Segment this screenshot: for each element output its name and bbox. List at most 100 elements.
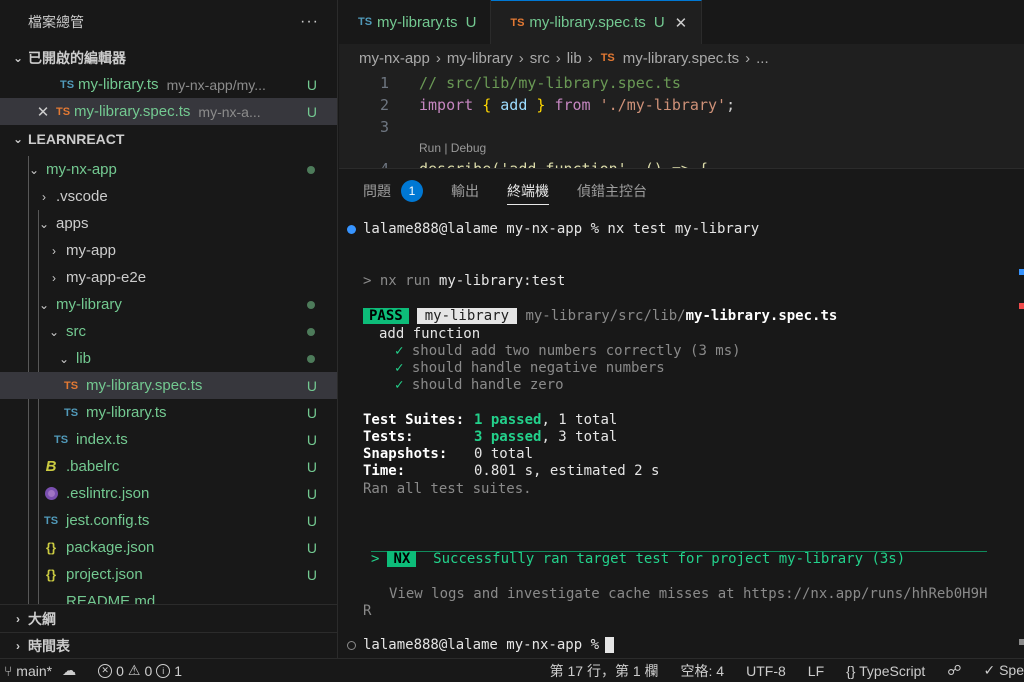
tree-folder-src[interactable]: ⌄ src xyxy=(0,318,337,345)
timeline-section[interactable]: › 時間表 xyxy=(0,632,337,658)
modified-dot xyxy=(307,327,315,336)
workspace-section[interactable]: ⌄ LEARNREACT xyxy=(0,125,337,152)
chevron-right-icon: › xyxy=(745,49,751,67)
tab-label: 問題 xyxy=(363,183,391,199)
check-icon: ✓ xyxy=(395,377,404,393)
untracked-status: U xyxy=(306,485,317,502)
chevron-right-icon: › xyxy=(587,49,593,67)
tree-folder-apps[interactable]: ⌄ apps xyxy=(0,210,337,237)
tree-label: .vscode xyxy=(56,188,108,205)
untracked-status: U xyxy=(306,431,317,448)
modified-dot xyxy=(307,165,315,174)
open-editor-item[interactable]: TS my-library.ts my-nx-app/my... U xyxy=(0,71,337,98)
code-text: describe('add function', () => { xyxy=(419,160,708,168)
terminal-cursor xyxy=(605,637,615,653)
tree-folder-lib[interactable]: ⌄ lib xyxy=(0,345,337,372)
explorer-header: 檔案總管 ··· xyxy=(0,0,337,44)
line-number: 2 xyxy=(379,96,389,114)
tree-file-eslintrc[interactable]: .eslintrc.json U xyxy=(0,480,337,507)
tree-label: package.json xyxy=(66,539,155,556)
tree-file-babelrc[interactable]: B .babelrc U xyxy=(0,453,337,480)
tab-my-library[interactable]: TS my-library.ts U xyxy=(339,0,492,44)
chevron-right-icon: › xyxy=(16,611,20,626)
tree-label: lib xyxy=(76,350,92,367)
tree-file-jest-config[interactable]: TS jest.config.ts U xyxy=(0,507,337,534)
tab-terminal[interactable]: 終端機 xyxy=(507,169,549,213)
terminal-line: Tests: 3 passed, 3 total xyxy=(363,429,618,445)
open-editor-filename: my-library.ts xyxy=(78,76,159,93)
prompt-idle-dot xyxy=(347,641,356,650)
bottom-sections: › 大綱 › 時間表 xyxy=(0,604,337,658)
spell-check-item[interactable]: ✓ Spe xyxy=(983,662,1024,679)
tab-output[interactable]: 輸出 xyxy=(451,169,479,213)
more-actions-icon[interactable]: ··· xyxy=(300,13,319,31)
language-mode[interactable]: {} TypeScript xyxy=(846,663,925,679)
breadcrumb-item[interactable]: ... xyxy=(756,50,769,67)
breadcrumb-item[interactable]: my-library xyxy=(447,50,513,67)
git-branch-icon: ⑂ xyxy=(4,662,13,679)
code-line: 4 describe('add function', () => { xyxy=(339,158,1024,168)
open-editor-path-hint: my-nx-app/my... xyxy=(166,76,266,93)
scrollbar-marker xyxy=(1019,639,1024,645)
typescript-file-icon: TS xyxy=(43,514,59,527)
tree-label: my-library xyxy=(56,296,122,313)
tree-file-spec[interactable]: TS my-library.spec.ts U xyxy=(0,372,337,399)
indentation[interactable]: 空格: 4 xyxy=(681,661,725,681)
code-line: 1 // src/lib/my-library.spec.ts xyxy=(339,72,1024,94)
open-editor-item-active[interactable]: ✕ TS my-library.spec.ts my-nx-a... U xyxy=(0,98,337,125)
terminal-line: Snapshots: 0 total xyxy=(363,446,534,462)
tree-label: my-library.spec.ts xyxy=(86,377,203,394)
tree-label: index.ts xyxy=(76,431,128,448)
open-editor-path-hint: my-nx-a... xyxy=(198,103,261,120)
open-editor-filename: my-library.spec.ts xyxy=(74,103,191,120)
cursor-position[interactable]: 第 17 行，第 1 欄 xyxy=(550,661,659,681)
tree-file-my-library[interactable]: TS my-library.ts U xyxy=(0,399,337,426)
status-bar: ⑂ main* ☁ ✕ 0 ⚠ 0 i1 第 17 行，第 1 欄 空格: 4 UT… xyxy=(0,658,1024,682)
braces-icon: {} xyxy=(846,662,856,679)
codelens-run-debug[interactable]: Run | Debug xyxy=(419,138,1024,158)
untracked-status: U xyxy=(653,14,665,31)
tree-file-package-json[interactable]: {} package.json U xyxy=(0,534,337,561)
terminal-line: Time: 0.801 s, estimated 2 s xyxy=(363,463,660,479)
tree-file-project-json[interactable]: {} project.json U xyxy=(0,561,337,588)
tab-debug-console[interactable]: 偵錯主控台 xyxy=(577,169,647,213)
chevron-down-icon: ⌄ xyxy=(58,351,70,366)
outline-section[interactable]: › 大綱 xyxy=(0,605,337,632)
tree-folder-my-app[interactable]: › my-app xyxy=(0,237,337,264)
open-editors-section[interactable]: ⌄ 已開啟的編輯器 xyxy=(0,44,337,71)
terminal-line: Test Suites: 1 passed, 1 total xyxy=(363,412,618,428)
open-editors-title: 已開啟的編輯器 xyxy=(28,49,126,66)
terminal-output[interactable]: lalame888@lalame my-nx-app % nx test my-… xyxy=(339,213,1024,658)
breadcrumb-item[interactable]: src xyxy=(530,50,550,67)
end-of-line[interactable]: LF xyxy=(808,663,824,679)
copilot-icon[interactable]: ☍ xyxy=(947,662,961,679)
terminal-prompt: lalame888@lalame my-nx-app % xyxy=(363,637,615,654)
encoding[interactable]: UTF-8 xyxy=(746,663,786,679)
tab-label: 偵錯主控台 xyxy=(577,183,647,199)
close-icon[interactable]: ✕ xyxy=(34,103,52,121)
sync-icon[interactable]: ☁ xyxy=(62,662,76,679)
file-tree: ⌄ my-nx-app › .vscode ⌄ apps › my-app › … xyxy=(0,156,337,615)
json-icon: {} xyxy=(45,567,57,582)
problems-item[interactable]: ✕ 0 ⚠ 0 i1 xyxy=(98,662,182,679)
tree-folder-my-library[interactable]: ⌄ my-library xyxy=(0,291,337,318)
tree-file-index[interactable]: TS index.ts U xyxy=(0,426,337,453)
typescript-test-file-icon: TS xyxy=(63,379,79,392)
breadcrumb-item[interactable]: my-nx-app xyxy=(359,50,430,67)
tree-folder-vscode[interactable]: › .vscode xyxy=(0,183,337,210)
typescript-file-icon: TS xyxy=(53,433,69,446)
tab-label: 輸出 xyxy=(451,183,479,199)
tree-label: .eslintrc.json xyxy=(66,485,150,502)
chevron-down-icon: ⌄ xyxy=(12,50,24,65)
close-icon[interactable]: ✕ xyxy=(675,14,688,32)
breadcrumb-item[interactable]: my-library.spec.ts xyxy=(623,50,739,67)
tab-problems[interactable]: 問題 1 xyxy=(363,169,423,213)
warning-icon: ⚠ xyxy=(127,662,141,678)
chevron-right-icon: › xyxy=(555,49,561,67)
tab-my-library-spec[interactable]: TS my-library.spec.ts U ✕ xyxy=(491,0,703,44)
code-view[interactable]: 1 // src/lib/my-library.spec.ts 2 import… xyxy=(339,72,1024,168)
tree-folder-my-app-e2e[interactable]: › my-app-e2e xyxy=(0,264,337,291)
tree-folder-my-nx-app[interactable]: ⌄ my-nx-app xyxy=(0,156,337,183)
breadcrumb-item[interactable]: lib xyxy=(567,50,582,67)
branch-item[interactable]: ⑂ main* xyxy=(4,663,52,679)
